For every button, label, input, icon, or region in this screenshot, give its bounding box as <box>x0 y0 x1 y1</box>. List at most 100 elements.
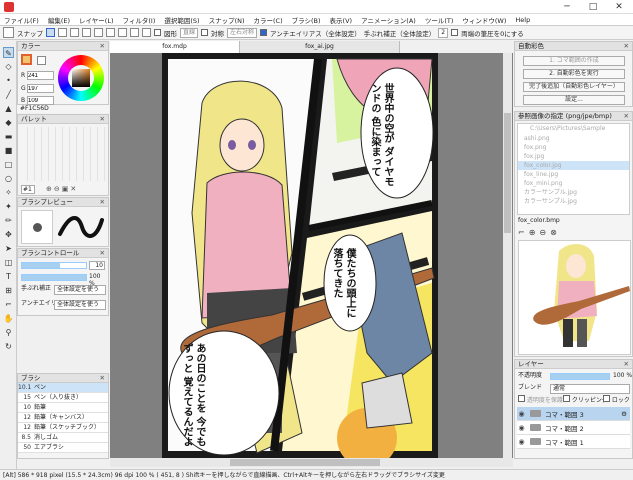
reference-file-item[interactable]: ashi.png <box>518 134 629 143</box>
menu-brush[interactable]: ブラシ(B) <box>292 15 321 25</box>
snap-off-icon[interactable] <box>46 28 55 37</box>
snap-circle-icon[interactable] <box>106 28 115 37</box>
symmetry-select[interactable]: 左右対称 <box>227 27 258 38</box>
panel-close-icon[interactable]: ✕ <box>624 42 629 51</box>
brush-item[interactable]: 15 ペン（入り抜き） <box>18 393 108 403</box>
menu-snap[interactable]: スナップ(N) <box>209 15 245 25</box>
size-slider[interactable] <box>21 262 87 269</box>
menu-layer[interactable]: レイヤー(L) <box>79 15 114 25</box>
eyedropper-tool-icon[interactable]: ⌐ <box>3 299 14 310</box>
edge-tool-icon[interactable]: ◫ <box>3 257 14 268</box>
r-input[interactable] <box>27 71 54 80</box>
lasso-tool-icon[interactable]: ✧ <box>3 187 14 198</box>
gradient-tool-icon[interactable]: ▬ <box>3 131 14 142</box>
layer-opacity-slider[interactable] <box>550 373 610 380</box>
horizontal-scrollbar[interactable] <box>110 458 513 467</box>
saturation-square[interactable] <box>72 69 90 87</box>
palette-number-select[interactable]: #1 <box>21 185 35 194</box>
reference-file-item[interactable]: fox_color.jpg <box>518 161 629 170</box>
bucket-tool-icon[interactable]: ◆ <box>3 117 14 128</box>
reference-file-item[interactable]: fox.png <box>518 143 629 152</box>
brush-item[interactable]: 12 鉛筆（キャンバス） <box>18 413 108 423</box>
antialias-select[interactable]: 全体設定を使う <box>54 300 106 310</box>
snap-grid-icon[interactable] <box>82 28 91 37</box>
zoom-tool-icon[interactable]: ⚲ <box>3 327 14 338</box>
select-pen-icon[interactable]: ✏ <box>3 215 14 226</box>
symmetry-checkbox[interactable] <box>201 29 209 36</box>
reference-tools-icon[interactable]: ⌐⊕⊖⊗ <box>518 228 561 237</box>
brush-item[interactable]: 12 鉛筆（スケッチブック） <box>18 423 108 433</box>
color-wheel[interactable] <box>58 55 104 101</box>
palette-swatches[interactable] <box>21 127 105 181</box>
reference-file-item[interactable]: fox.jpg <box>518 152 629 161</box>
brush-item[interactable]: 50 エアブラシ <box>18 443 108 453</box>
tab-fox-mdp[interactable]: fox.mdp <box>110 41 240 53</box>
stabilizer-select[interactable]: 全体設定を使う <box>54 285 106 295</box>
reference-file-item[interactable]: カラーサンプル.jpg <box>518 188 629 197</box>
operation-tool-icon[interactable]: ➤ <box>3 243 14 254</box>
eye-icon[interactable]: ◉ <box>517 410 526 418</box>
menu-filter[interactable]: フィルタ(I) <box>123 15 156 25</box>
move-tool-icon[interactable]: ✥ <box>3 229 14 240</box>
eraser-tool-icon[interactable]: ◇ <box>3 61 14 72</box>
run-auto-color-button[interactable]: 2. 自動彩色を実行 <box>523 69 625 79</box>
lock-checkbox[interactable]: ロック <box>603 395 630 405</box>
reference-file-item[interactable]: カラーサンプル.jpg <box>518 197 629 206</box>
manga-page[interactable]: 世界中の空が ダイヤモンドの 色に染まって 僕たちの頭上に 落ちてきた あの日の… <box>162 53 438 458</box>
reference-file-item[interactable]: fox_line.jpg <box>518 170 629 179</box>
protect-alpha-checkbox[interactable]: 透明度を保護 <box>518 395 563 405</box>
antialias-checkbox[interactable] <box>260 29 268 36</box>
hand-tool-icon[interactable]: ✋ <box>3 313 14 324</box>
panel-close-icon[interactable]: ✕ <box>100 249 105 258</box>
create-frame-button[interactable]: 1. コマ範囲の作成 <box>523 56 625 66</box>
reference-file-item[interactable]: fox_mini.png <box>518 179 629 188</box>
foreground-color-swatch[interactable] <box>21 54 32 65</box>
minimize-button[interactable]: ─ <box>554 0 580 14</box>
panel-close-icon[interactable]: ✕ <box>624 360 629 369</box>
opacity-slider[interactable] <box>21 274 87 281</box>
b-input[interactable] <box>27 96 54 105</box>
settings-button[interactable]: 設定... <box>523 95 625 105</box>
snap-cross-icon[interactable] <box>70 28 79 37</box>
gear-icon[interactable]: ⚙ <box>621 410 627 418</box>
add-after-complete-button[interactable]: 完了後追加（自動彩色レイヤー） <box>523 82 625 92</box>
snap-curve-icon[interactable] <box>118 28 127 37</box>
palette-actions-icon[interactable]: ⊕⊖▣✕ <box>46 185 78 193</box>
reference-file-list[interactable]: C:\Users\Pictures\Sample ashi.png fox.pn… <box>517 123 630 215</box>
blend-select[interactable]: 通常 <box>550 384 630 394</box>
snap-parallel-icon[interactable] <box>58 28 67 37</box>
snap-settings-icon[interactable] <box>142 28 151 37</box>
dot-tool-icon[interactable]: • <box>3 75 14 86</box>
size-value[interactable]: 10 <box>89 261 105 270</box>
reference-image-preview[interactable] <box>518 240 631 355</box>
shape-select[interactable]: 直線 <box>180 27 199 38</box>
panel-close-icon[interactable]: ✕ <box>100 198 105 207</box>
pressure-checkbox[interactable] <box>451 29 459 36</box>
g-input[interactable] <box>27 84 54 93</box>
stabilizer-select[interactable]: 2 <box>438 27 449 38</box>
wand-tool-icon[interactable]: ✦ <box>3 201 14 212</box>
menu-file[interactable]: ファイル(F) <box>4 15 39 25</box>
panel-close-icon[interactable]: ✕ <box>624 112 629 121</box>
snap-radial-icon[interactable] <box>94 28 103 37</box>
tab-fox-ai-jpg[interactable]: fox_ai.jpg <box>240 41 400 53</box>
layer-row[interactable]: ◉ コマ・範囲 1 <box>517 435 630 449</box>
menu-help[interactable]: Help <box>515 16 530 24</box>
clipping-checkbox[interactable]: クリッピング <box>563 395 608 405</box>
menu-select[interactable]: 選択範囲(S) <box>164 15 199 25</box>
brush-item[interactable]: 10 鉛筆 <box>18 403 108 413</box>
menu-tools[interactable]: ツール(T) <box>425 15 454 25</box>
brush-item[interactable]: 10.1 ペン <box>18 383 108 393</box>
eye-icon[interactable]: ◉ <box>517 424 526 432</box>
vertical-scrollbar[interactable] <box>503 53 512 458</box>
divide-tool-icon[interactable]: ⊞ <box>3 285 14 296</box>
brush-item[interactable]: 8.5 消しゴム <box>18 433 108 443</box>
text-tool-icon[interactable]: T <box>3 271 14 282</box>
shape-checkbox[interactable] <box>154 29 161 36</box>
canvas-area[interactable]: 世界中の空が ダイヤモンドの 色に染まって 僕たちの頭上に 落ちてきた あの日の… <box>110 53 513 458</box>
panel-close-icon[interactable]: ✕ <box>100 115 105 124</box>
panel-close-icon[interactable]: ✕ <box>100 374 105 383</box>
maximize-button[interactable]: □ <box>580 0 606 14</box>
close-button[interactable]: ✕ <box>606 0 632 14</box>
menu-animation[interactable]: アニメーション(A) <box>361 15 416 25</box>
